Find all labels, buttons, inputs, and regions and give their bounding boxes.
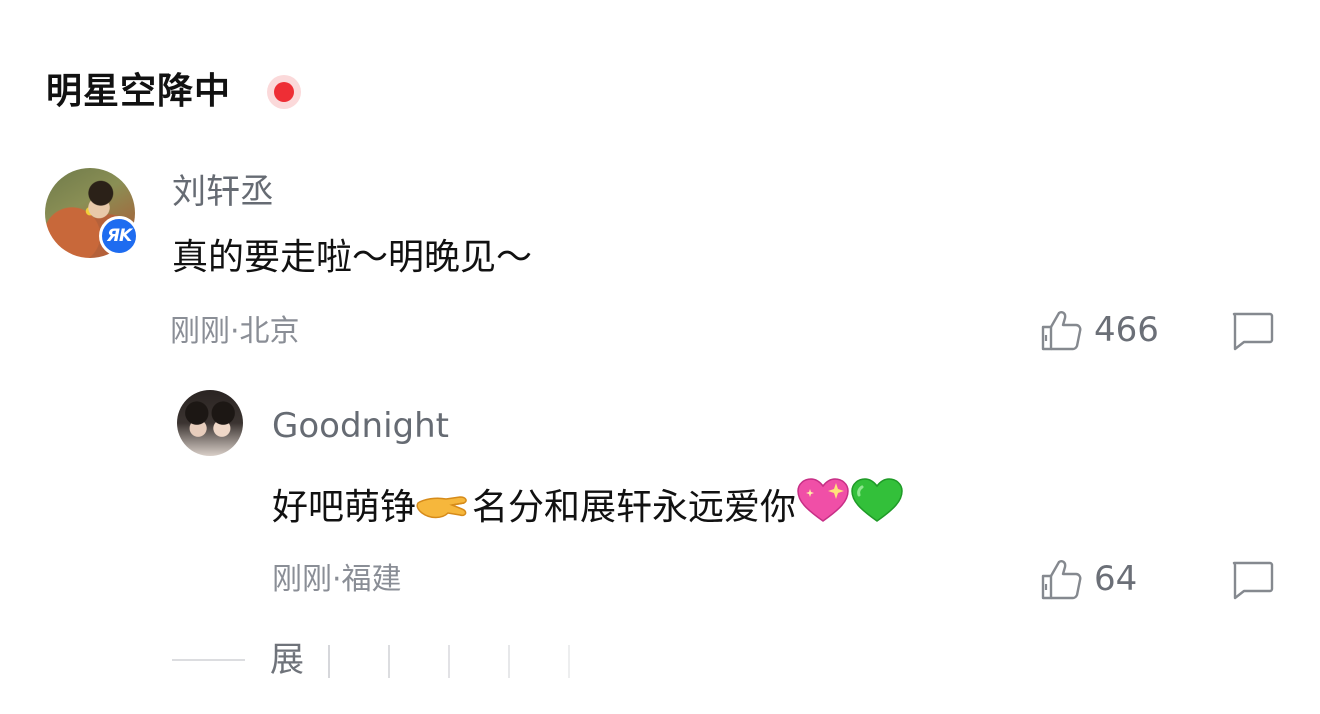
reply-meta: 刚刚·福建	[272, 562, 402, 597]
thumbs-up-icon	[1041, 311, 1082, 351]
reply-text: 好吧萌铮 名分和展轩永远爱你	[272, 477, 904, 532]
expand-divider	[172, 659, 245, 661]
pinching-hand-emoji-icon	[416, 496, 467, 519]
comment-meta: 刚刚·北京	[170, 314, 300, 349]
comment-text: 真的要走啦～明晚见～	[172, 237, 533, 278]
comments-page: 明星空降中 ЯK 刘轩丞 真的要走啦～明晚见～ 刚刚·北京 466 Goodni…	[0, 0, 1320, 714]
comment-like-count: 466	[1094, 310, 1159, 350]
bottom-cutoff	[0, 678, 1320, 714]
expand-replies-link[interactable]: 展	[270, 640, 304, 678]
expand-replies-faded	[300, 645, 570, 679]
comment-like-button[interactable]: 466	[1040, 308, 1159, 352]
reply-comment-icon[interactable]	[1230, 560, 1274, 600]
commenter-username[interactable]: 刘轩丞	[172, 170, 274, 214]
reply-like-button[interactable]: 64	[1040, 557, 1137, 601]
verified-badge-icon: ЯK	[99, 216, 139, 256]
reply-username[interactable]: Goodnight	[272, 404, 449, 448]
live-indicator-icon	[267, 75, 301, 109]
reply-text-part1: 好吧萌铮	[272, 487, 417, 528]
reply-text-part2: 名分和展轩永远爱你	[472, 487, 797, 528]
reply-like-count: 64	[1094, 559, 1138, 599]
reply-avatar[interactable]	[177, 390, 243, 456]
section-title: 明星空降中	[46, 71, 232, 112]
reply-comment-icon[interactable]	[1230, 311, 1274, 351]
green-heart-emoji-icon	[851, 478, 903, 522]
sparkling-heart-emoji-icon	[797, 478, 849, 522]
thumbs-up-icon	[1041, 560, 1082, 600]
